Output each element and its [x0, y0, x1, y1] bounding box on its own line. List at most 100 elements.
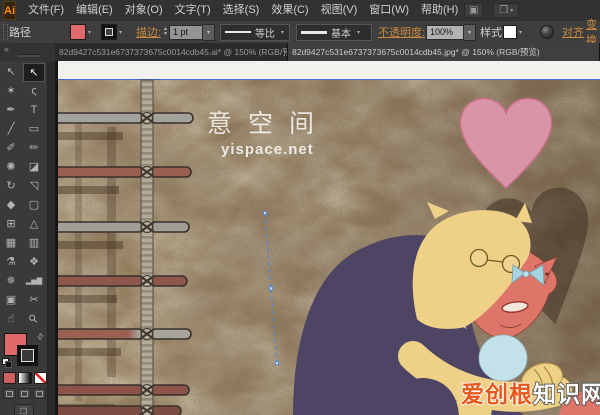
- gradient-mode-button[interactable]: [18, 372, 31, 384]
- opacity-dropdown[interactable]: ▾: [464, 24, 476, 41]
- canvas-edge: [55, 61, 58, 415]
- gradient-tool[interactable]: ▥: [23, 234, 45, 253]
- stroke-profile-preview: [225, 31, 251, 33]
- workspace-switcher-icon[interactable]: ❒▾: [493, 3, 519, 18]
- watermark-text: 意空间: [207, 110, 330, 138]
- illustrator-window: Ai 文件(F)编辑(E)对象(O)文字(T)选择(S)效果(C)视图(V)窗口…: [0, 0, 600, 415]
- tab-title: 82d9427c531e6737373675c0014cdb45.ai* @ 1…: [59, 46, 288, 58]
- menu-view[interactable]: 视图(V): [315, 0, 364, 21]
- brush-value: 基本: [331, 25, 351, 40]
- color-mode-button[interactable]: [3, 372, 16, 384]
- free-transform-tool[interactable]: ▢: [23, 196, 45, 215]
- draw-behind-button[interactable]: [18, 388, 31, 399]
- default-fill-stroke-icon[interactable]: [2, 358, 11, 367]
- tab-title: 82d9427c531e6737373675c0014cdb45.jpg* @ …: [292, 46, 540, 58]
- stroke-weight-stepper[interactable]: ▲▼: [163, 27, 168, 37]
- menu-select[interactable]: 选择(S): [217, 0, 266, 21]
- stroke-dropdown-icon[interactable]: ▾: [119, 29, 122, 36]
- anchor-point[interactable]: [264, 212, 267, 215]
- line-segment-tool[interactable]: ╱: [0, 120, 22, 139]
- fill-stroke-control[interactable]: ⇄: [0, 332, 47, 370]
- swap-fill-stroke-icon[interactable]: ⇄: [35, 331, 46, 342]
- pen-tool[interactable]: ✒: [0, 101, 22, 120]
- lasso-tool[interactable]: ς: [23, 82, 45, 101]
- tools-panel: ↖↖✶ς✒T╱▭✐✏✺◪↻◹◆▢⊞△▦▥⚗❖✵▂▅▇▣✂☝⚲ ⇄ ❐: [0, 61, 48, 415]
- fill-dropdown-icon[interactable]: ▾: [88, 29, 91, 36]
- pencil-tool[interactable]: ✏: [23, 139, 45, 158]
- style-dropdown-icon[interactable]: ▾: [519, 29, 522, 36]
- perspective-grid-tool[interactable]: △: [23, 215, 45, 234]
- width-profile-select[interactable]: 等比 ▾: [220, 24, 290, 41]
- draw-normal-button[interactable]: [3, 388, 16, 399]
- menu-effect[interactable]: 效果(C): [265, 0, 314, 21]
- anchor-point[interactable]: [270, 287, 273, 290]
- blend-tool[interactable]: ❖: [23, 253, 45, 272]
- chevron-down-icon: ▾: [510, 7, 513, 14]
- recolor-artwork-icon[interactable]: [540, 25, 554, 39]
- symbol-sprayer-tool[interactable]: ✵: [0, 272, 22, 291]
- width-profile-value: 等比: [255, 25, 275, 40]
- menu-edit[interactable]: 编辑(E): [70, 0, 119, 21]
- none-mode-button[interactable]: [34, 372, 47, 384]
- brush-definition-select[interactable]: 基本 ▾: [296, 24, 372, 41]
- tools-grid: ↖↖✶ς✒T╱▭✐✏✺◪↻◹◆▢⊞△▦▥⚗❖✵▂▅▇▣✂☝⚲: [0, 61, 47, 329]
- opacity-field[interactable]: 100%: [426, 25, 464, 40]
- stroke-weight-dropdown[interactable]: ▾: [203, 24, 215, 41]
- tab-document-ai[interactable]: 82d9427c531e6737373675c0014cdb45.ai* @ 1…: [55, 43, 288, 61]
- site-watermark-white: 知识网: [533, 381, 600, 407]
- direct-selection-tool[interactable]: ↖: [23, 63, 45, 82]
- chevron-down-icon: ▾: [281, 29, 284, 36]
- opacity-panel-link[interactable]: 不透明度:: [378, 24, 425, 40]
- rectangle-tool[interactable]: ▭: [23, 120, 45, 139]
- blob-brush-tool[interactable]: ✺: [0, 158, 22, 177]
- nostril: [545, 273, 549, 276]
- stroke-panel-link[interactable]: 描边:: [136, 24, 161, 40]
- panel-grip-icon[interactable]: [3, 24, 8, 40]
- artboard-white-area: [55, 61, 600, 79]
- panel-drag-handle[interactable]: [18, 54, 40, 57]
- menu-file[interactable]: 文件(F): [22, 0, 70, 21]
- arrange-documents-icon[interactable]: ▣: [464, 3, 483, 18]
- selection-type-label: 路径: [9, 24, 31, 40]
- chevron-down-icon: ▾: [357, 29, 360, 36]
- collapse-panel-icon[interactable]: «: [4, 45, 9, 54]
- type-tool[interactable]: T: [23, 101, 45, 120]
- artboard-tool[interactable]: ▣: [0, 291, 22, 310]
- style-swatch[interactable]: [503, 25, 517, 39]
- menu-bar: Ai 文件(F)编辑(E)对象(O)文字(T)选择(S)效果(C)视图(V)窗口…: [0, 0, 600, 22]
- menu-help[interactable]: 帮助(H): [415, 0, 464, 21]
- align-panel-link[interactable]: 对齐: [562, 24, 584, 40]
- mesh-tool[interactable]: ▦: [0, 234, 22, 253]
- app-logo-icon: Ai: [3, 1, 16, 20]
- stroke-swatch[interactable]: [17, 345, 38, 366]
- watermark-url: yispace.net: [221, 141, 314, 158]
- stroke-color-swatch[interactable]: [101, 24, 117, 40]
- fill-color-swatch[interactable]: [70, 24, 86, 40]
- menu-object[interactable]: 对象(O): [119, 0, 169, 21]
- draw-inside-button[interactable]: [33, 388, 46, 399]
- shape-builder-tool[interactable]: ⊞: [0, 215, 22, 234]
- width-tool[interactable]: ◆: [0, 196, 22, 215]
- document-tab-bar: « 82d9427c531e6737373675c0014cdb45.ai* @…: [0, 43, 600, 61]
- document-canvas[interactable]: 意空间 yispace.net: [55, 61, 600, 415]
- anchor-point[interactable]: [276, 362, 279, 365]
- rotate-tool[interactable]: ↻: [0, 177, 22, 196]
- site-watermark: 爱创根知识网: [461, 381, 600, 407]
- site-watermark-orange: 爱创根: [461, 381, 533, 407]
- stroke-weight-field[interactable]: 1 pt: [169, 25, 203, 40]
- magic-wand-tool[interactable]: ✶: [0, 82, 22, 101]
- eraser-tool[interactable]: ◪: [23, 158, 45, 177]
- scale-tool[interactable]: ◹: [23, 177, 45, 196]
- control-bar: 路径 ▾ ▾ 描边: ▲▼ 1 pt ▾ 等比 ▾: [0, 21, 600, 44]
- screen-mode-button[interactable]: ❐: [14, 404, 34, 415]
- tab-document-jpg[interactable]: 82d9427c531e6737373675c0014cdb45.jpg* @ …: [288, 43, 600, 61]
- selection-tool[interactable]: ↖: [0, 63, 22, 82]
- menu-type[interactable]: 文字(T): [169, 0, 217, 21]
- appbar-icons: ▣ ❒▾: [464, 3, 600, 18]
- menu-window[interactable]: 窗口(W): [363, 0, 415, 21]
- column-graph-tool[interactable]: ▂▅▇: [23, 272, 45, 291]
- paintbrush-tool[interactable]: ✐: [0, 139, 22, 158]
- brush-preview: [301, 31, 327, 34]
- style-label: 样式:: [480, 24, 505, 40]
- eyedropper-tool[interactable]: ⚗: [0, 253, 22, 272]
